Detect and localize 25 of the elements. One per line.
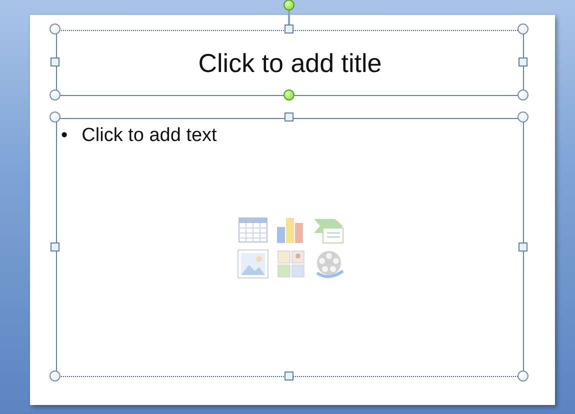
title-placeholder-text: Click to add title xyxy=(198,48,382,78)
resize-handle[interactable] xyxy=(50,242,60,251)
resize-handle[interactable] xyxy=(518,24,528,34)
resize-handle[interactable] xyxy=(50,58,60,66)
content-placeholder[interactable]: • Click to add text xyxy=(56,118,524,377)
film-reel-icon[interactable] xyxy=(313,249,345,279)
bullet: • xyxy=(61,125,68,147)
content-placeholder-text: Click to add text xyxy=(82,125,217,147)
resize-handle[interactable] xyxy=(284,112,294,122)
resize-handle[interactable] xyxy=(518,112,528,122)
resize-handle[interactable] xyxy=(50,370,60,382)
rotation-handle[interactable] xyxy=(284,0,294,10)
resize-handle[interactable] xyxy=(50,90,60,100)
resize-handle[interactable] xyxy=(518,90,528,100)
resize-handle[interactable] xyxy=(50,112,60,122)
resize-handle[interactable] xyxy=(518,242,528,251)
resize-handle[interactable] xyxy=(50,24,60,34)
connector-line xyxy=(288,10,290,26)
resize-handle[interactable] xyxy=(518,58,528,66)
resize-handle[interactable] xyxy=(284,24,294,34)
rotation-handle[interactable] xyxy=(284,90,294,100)
resize-handle[interactable] xyxy=(518,370,528,382)
clip-art-icon[interactable] xyxy=(275,249,307,279)
resize-handle[interactable] xyxy=(284,372,294,380)
table-icon[interactable] xyxy=(237,215,269,245)
